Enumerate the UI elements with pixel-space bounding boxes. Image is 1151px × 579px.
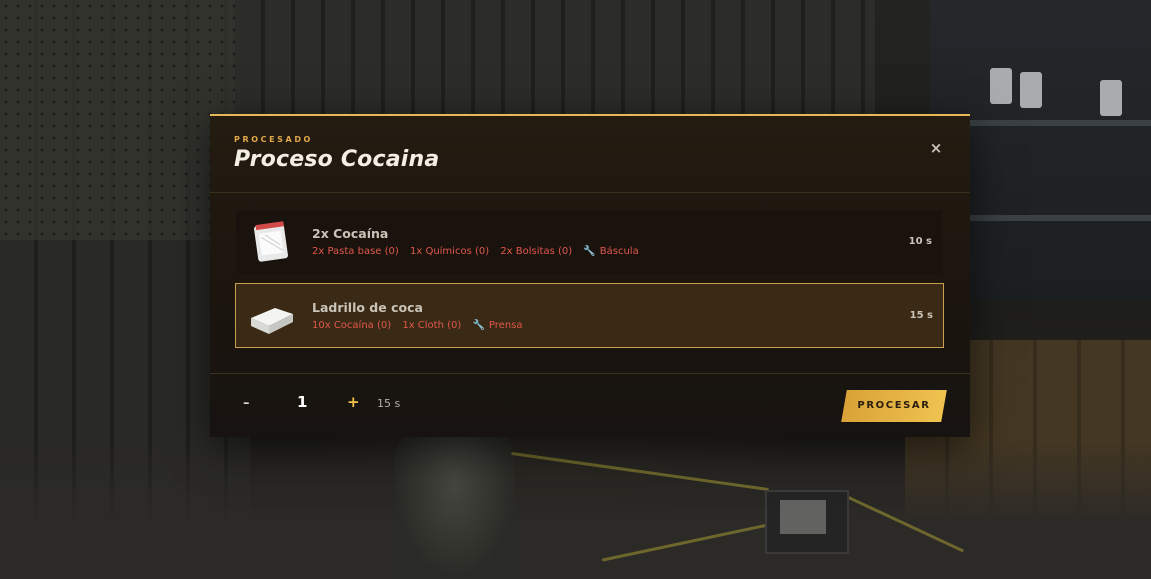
generator-device-panel	[780, 500, 826, 534]
modal-footer: – 1 + 15 s PROCESAR	[210, 373, 970, 438]
shelf-jar	[990, 68, 1012, 104]
recipe-time: 10 s	[908, 236, 932, 247]
total-time: 15 s	[377, 397, 401, 410]
shelf-jar	[1020, 72, 1042, 108]
cocaine-bag-icon	[254, 221, 288, 262]
modal-header: PROCESADO Proceso Cocaina ×	[210, 116, 970, 193]
process-button-label: PROCESAR	[857, 400, 931, 411]
process-button[interactable]: PROCESAR	[841, 390, 947, 422]
required-tool: Prensa	[488, 320, 523, 331]
recipe-requirements: 2x Pasta base (0) 1x Químicos (0) 2x Bol…	[312, 246, 639, 257]
quantity-value: 1	[297, 393, 308, 411]
processing-modal: PROCESADO Proceso Cocaina × 2x Cocaína 2…	[210, 114, 970, 437]
recipe-name: 2x Cocaína	[312, 226, 389, 241]
requirement: 2x Bolsitas (0)	[500, 246, 573, 257]
shelf-jar	[1100, 80, 1122, 116]
requirement: 10x Cocaína (0)	[312, 320, 392, 331]
required-tool: Báscula	[599, 246, 639, 257]
requirement: 1x Químicos (0)	[409, 246, 490, 257]
player-character	[395, 420, 515, 579]
wrench-icon: 🔧	[583, 246, 596, 257]
coca-brick-icon	[251, 308, 293, 334]
recipe-requirements: 10x Cocaína (0) 1x Cloth (0) 🔧 Prensa	[312, 320, 523, 331]
recipe-row-cocaina[interactable]: 2x Cocaína 2x Pasta base (0) 1x Químicos…	[236, 210, 942, 274]
close-icon[interactable]: ×	[926, 138, 946, 158]
wooden-wall-back	[235, 0, 875, 120]
modal-title: Proceso Cocaina	[234, 147, 440, 172]
increase-quantity-button[interactable]: +	[347, 393, 360, 411]
requirement: 2x Pasta base (0)	[312, 246, 399, 257]
requirement: 1x Cloth (0)	[402, 320, 462, 331]
recipe-row-ladrillo[interactable]: Ladrillo de coca 10x Cocaína (0) 1x Clot…	[235, 283, 944, 348]
recipe-name: Ladrillo de coca	[312, 300, 423, 315]
recipe-time: 15 s	[909, 310, 933, 321]
tool-pegboard	[0, 0, 240, 240]
modal-kicker: PROCESADO	[234, 135, 313, 144]
wrench-icon: 🔧	[472, 320, 485, 331]
decrease-quantity-button[interactable]: –	[243, 396, 250, 411]
